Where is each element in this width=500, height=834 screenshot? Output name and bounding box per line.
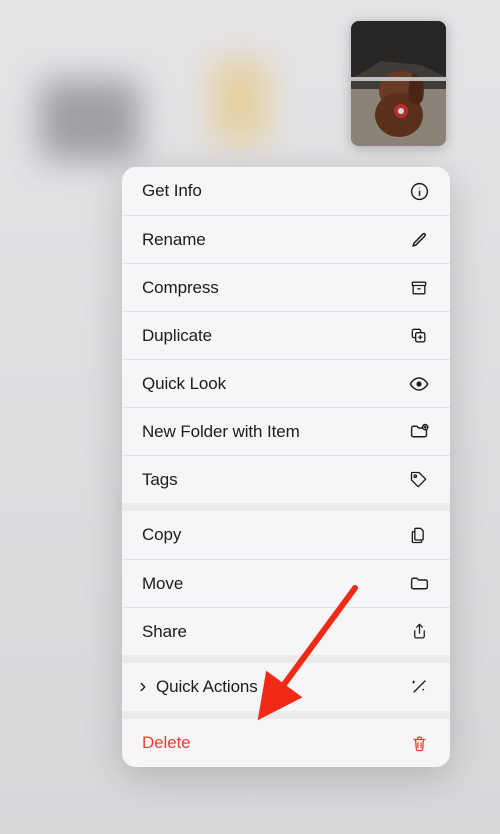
menu-item-label: Duplicate xyxy=(142,326,212,346)
duplicate-icon xyxy=(408,325,430,347)
menu-item-duplicate[interactable]: Duplicate xyxy=(122,311,450,359)
menu-group-4: Delete xyxy=(122,719,450,767)
menu-group-3: Quick Actions xyxy=(122,663,450,711)
menu-item-label: Copy xyxy=(142,525,181,545)
menu-item-label: Delete xyxy=(142,733,191,753)
menu-item-label: Rename xyxy=(142,230,206,250)
tag-icon xyxy=(408,469,430,491)
menu-item-share[interactable]: Share xyxy=(122,607,450,655)
menu-item-move[interactable]: Move xyxy=(122,559,450,607)
menu-item-label: Compress xyxy=(142,278,219,298)
menu-group-2: Copy Move Share xyxy=(122,511,450,655)
share-icon xyxy=(408,621,430,643)
menu-item-get-info[interactable]: Get Info xyxy=(122,167,450,215)
chevron-right-icon xyxy=(136,680,150,694)
folder-icon xyxy=(408,573,430,595)
pencil-icon xyxy=(408,229,430,251)
trash-icon xyxy=(408,732,430,754)
menu-item-label: Tags xyxy=(142,470,178,490)
sparkles-wand-icon xyxy=(408,676,430,698)
menu-item-label: Share xyxy=(142,622,187,642)
menu-item-tags[interactable]: Tags xyxy=(122,455,450,503)
archivebox-icon xyxy=(408,277,430,299)
menu-item-compress[interactable]: Compress xyxy=(122,263,450,311)
info-circle-icon xyxy=(408,180,430,202)
menu-item-quick-actions[interactable]: Quick Actions xyxy=(122,663,450,711)
folder-plus-icon xyxy=(408,421,430,443)
thumbnail-preview[interactable] xyxy=(351,21,446,146)
menu-item-rename[interactable]: Rename xyxy=(122,215,450,263)
menu-item-delete[interactable]: Delete xyxy=(122,719,450,767)
eye-icon xyxy=(408,373,430,395)
menu-group-1: Get Info Rename Compress Duplicate Quick… xyxy=(122,167,450,503)
menu-item-label: Move xyxy=(142,574,183,594)
doc-on-doc-icon xyxy=(408,524,430,546)
menu-item-label: Quick Actions xyxy=(156,677,258,697)
menu-item-label: New Folder with Item xyxy=(142,422,300,442)
menu-item-copy[interactable]: Copy xyxy=(122,511,450,559)
menu-item-label: Get Info xyxy=(142,181,202,201)
menu-item-new-folder[interactable]: New Folder with Item xyxy=(122,407,450,455)
menu-item-quicklook[interactable]: Quick Look xyxy=(122,359,450,407)
menu-item-label: Quick Look xyxy=(142,374,226,394)
context-menu: Get Info Rename Compress Duplicate Quick… xyxy=(122,167,450,767)
